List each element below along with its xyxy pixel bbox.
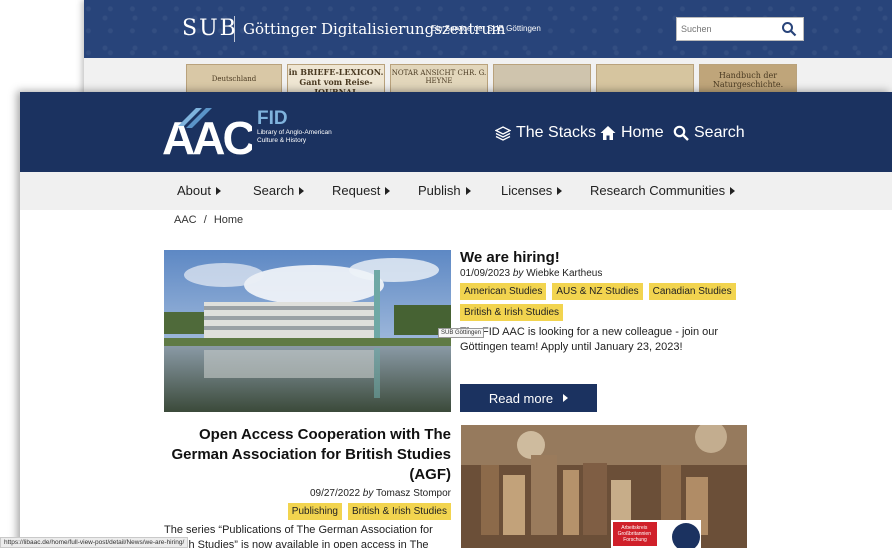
main-nav: About Search Request Publish Licenses Re… — [20, 172, 892, 210]
sub-subtitle: Ein Service der SUB Göttingen — [431, 24, 541, 33]
post-title[interactable]: Open Access Cooperation with The German … — [164, 425, 452, 485]
fid-label-block: FID Library of Anglo-American Culture & … — [257, 109, 347, 145]
link-home-label: Home — [621, 124, 664, 141]
nav-search[interactable]: Search — [253, 183, 305, 198]
post-meta: 09/27/2022 by Tomasz Stompor — [164, 488, 451, 499]
image-tooltip: SUB Göttingen — [438, 328, 485, 338]
post-by: by — [512, 268, 524, 279]
post-author: Tomasz Stompor — [375, 488, 451, 499]
post-image-bookshop[interactable]: Arbeitskreis Großbritannien Forschung — [461, 425, 747, 548]
link-the-stacks-label: The Stacks — [516, 124, 597, 141]
nav-request[interactable]: Request — [332, 183, 391, 198]
nav-about[interactable]: About — [177, 183, 221, 198]
caret-right-icon — [299, 187, 305, 195]
main-window: AAC FID Library of Anglo-American Cultur… — [20, 92, 892, 548]
search-icon — [673, 125, 689, 141]
building-photo — [164, 250, 451, 412]
post-title[interactable]: We are hiring! — [460, 249, 760, 266]
post-we-are-hiring: We are hiring! 01/09/2023 by Wiebke Kart… — [460, 249, 760, 355]
sub-search-box[interactable] — [676, 17, 804, 41]
tag-british-irish-studies[interactable]: British & Irish Studies — [347, 503, 451, 520]
post-author: Wiebke Kartheus — [526, 268, 603, 279]
read-more-label: Read more — [488, 390, 554, 406]
home-icon — [600, 126, 616, 140]
site-header: AAC FID Library of Anglo-American Cultur… — [20, 92, 892, 172]
link-search-label: Search — [694, 124, 745, 141]
tag-canadian-studies[interactable]: Canadian Studies — [648, 283, 736, 300]
sub-header: SUB Göttinger Digitalisierungszentrum Ei… — [84, 0, 892, 58]
sub-logo: SUB — [182, 16, 238, 41]
caret-right-icon — [215, 187, 221, 195]
aac-logo[interactable]: AAC — [162, 106, 252, 158]
search-icon[interactable] — [781, 21, 797, 37]
fid-tagline: Library of Anglo-American Culture & Hist… — [257, 129, 332, 144]
breadcrumb-current: Home — [213, 214, 244, 226]
link-home[interactable]: Home — [600, 124, 664, 142]
caret-right-icon — [465, 187, 471, 195]
link-the-stacks[interactable]: The Stacks — [495, 124, 596, 142]
caret-right-icon — [563, 394, 569, 402]
nav-licenses[interactable]: Licenses — [501, 183, 563, 198]
aac-logo-text: AAC — [162, 112, 252, 158]
caret-right-icon — [385, 187, 391, 195]
post-by: by — [362, 488, 374, 499]
fid-label: FID — [257, 108, 288, 129]
sub-divider — [234, 16, 235, 42]
tag-british-irish-studies[interactable]: British & Irish Studies — [460, 304, 564, 321]
tag-american-studies[interactable]: American Studies — [460, 283, 547, 300]
read-more-button[interactable]: Read more — [460, 384, 597, 412]
stack-icon — [495, 126, 511, 141]
tag-publishing[interactable]: Publishing — [287, 503, 342, 520]
breadcrumb: AAC / Home — [174, 214, 243, 226]
post-tags: American Studies AUS & NZ Studies Canadi… — [460, 283, 760, 321]
status-bar-url: https://libaac.de/home/full-view-post/de… — [0, 537, 189, 548]
caret-right-icon — [730, 187, 736, 195]
caret-right-icon — [557, 187, 563, 195]
bookshop-photo: Arbeitskreis Großbritannien Forschung — [461, 425, 747, 548]
post-excerpt: The series “Publications of The German A… — [164, 524, 433, 548]
post-image-building[interactable] — [164, 250, 451, 412]
nav-publish[interactable]: Publish — [418, 183, 471, 198]
breadcrumb-separator: / — [203, 214, 207, 226]
post-date: 01/09/2023 — [460, 268, 511, 279]
sub-search-input[interactable] — [681, 18, 779, 40]
post-tags: Publishing British & Irish Studies — [164, 503, 451, 520]
post-date: 09/27/2022 — [309, 488, 361, 499]
breadcrumb-root[interactable]: AAC — [174, 214, 197, 226]
tag-aus-nz-studies[interactable]: AUS & NZ Studies — [552, 283, 643, 300]
link-search[interactable]: Search — [673, 124, 745, 142]
post-excerpt: The FID AAC is looking for a new colleag… — [460, 326, 719, 353]
nav-research-communities[interactable]: Research Communities — [590, 183, 736, 198]
post-meta: 01/09/2023 by Wiebke Kartheus — [460, 268, 760, 279]
post-open-access-cooperation: Open Access Cooperation with The German … — [164, 425, 451, 548]
background-window: SUB Göttinger Digitalisierungszentrum Ei… — [84, 0, 892, 100]
